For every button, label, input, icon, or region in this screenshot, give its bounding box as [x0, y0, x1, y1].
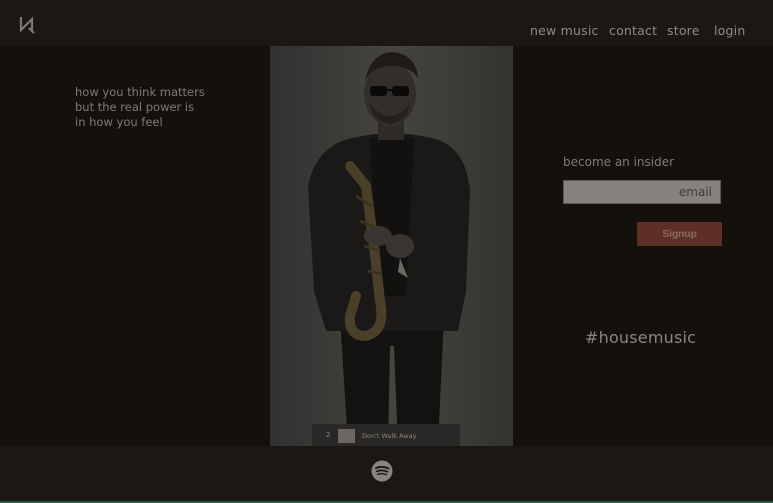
player-track-row[interactable]: 2 Don't Walk Away — [312, 424, 460, 446]
track-thumbnail — [338, 429, 355, 443]
nav-new-music[interactable]: new music — [530, 23, 599, 38]
email-field[interactable] — [563, 180, 721, 204]
nav-login[interactable]: login — [714, 23, 745, 38]
page: new music contact store login how you th… — [0, 0, 773, 503]
quote-line: in how you feel — [75, 115, 163, 129]
insider-title: become an insider — [563, 155, 675, 169]
quote-text: how you think matters but the real power… — [75, 85, 265, 130]
artist-photo — [270, 46, 513, 446]
quote-line: how you think matters — [75, 85, 205, 99]
track-title: Don't Walk Away — [362, 432, 417, 440]
quote-line: but the real power is — [75, 100, 195, 114]
right-panel — [513, 46, 773, 446]
nav-contact[interactable]: contact — [609, 23, 657, 38]
track-number: 2 — [326, 431, 331, 439]
saxophonist-illustration — [270, 46, 513, 446]
nav-store[interactable]: store — [667, 23, 700, 38]
header: new music contact store login — [0, 0, 773, 46]
signup-button[interactable]: Signup — [637, 222, 722, 246]
hashtag-text: #housemusic — [585, 328, 697, 347]
n-monogram-icon[interactable] — [18, 13, 36, 35]
spotify-icon[interactable] — [371, 460, 393, 482]
